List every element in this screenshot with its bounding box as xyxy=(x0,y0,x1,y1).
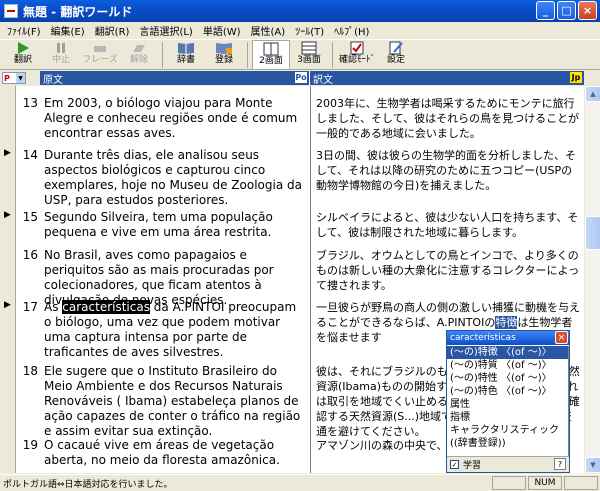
book-plus-icon xyxy=(215,41,233,55)
release-button[interactable]: 解除 xyxy=(120,40,158,70)
list-item[interactable]: 指標 xyxy=(447,411,568,424)
source-lang-badge: Po xyxy=(295,72,307,83)
source-text[interactable]: Em 2003, o biólogo viajou para Monte Ale… xyxy=(44,96,306,141)
list-item[interactable]: 属性 xyxy=(447,398,568,411)
list-item[interactable]: キャラクタリスティック xyxy=(447,424,568,437)
minimize-button[interactable]: _ xyxy=(536,1,555,20)
popup-close-button[interactable]: × xyxy=(555,331,568,344)
target-header: 訳文 Jp xyxy=(310,71,584,86)
settings-button[interactable]: 設定 xyxy=(377,40,415,70)
menu-tools[interactable]: ﾂｰﾙ(T) xyxy=(290,23,329,38)
title-bar: 無題 - 翻訳ワールド _ □ × xyxy=(0,0,600,22)
toolbar-separator xyxy=(332,42,333,68)
book-icon xyxy=(177,41,195,55)
menu-translate[interactable]: 翻訳(R) xyxy=(90,23,135,38)
source-text[interactable]: Segundo Silveira, tem uma população pequ… xyxy=(44,210,306,240)
word-alternatives-popup: características × (〜の)特徴 〈(of 〜)〉 (〜の)特質… xyxy=(446,330,570,473)
list-item[interactable]: (〜の)特徴 〈(of 〜)〉 xyxy=(447,346,568,359)
toolbar: 翻訳 中止 フレーズ 解除 辞書 登録 2画面 3画面 確認ﾓｰﾄﾞ 設定 xyxy=(0,40,600,70)
two-pane-icon xyxy=(262,42,280,56)
menu-word[interactable]: 単語(W) xyxy=(198,23,246,38)
app-icon xyxy=(4,4,18,18)
row-marker-icon: ▶ xyxy=(4,210,11,220)
source-text[interactable]: Durante três dias, ele analisou seus asp… xyxy=(44,148,306,208)
stop-button[interactable]: 中止 xyxy=(42,40,80,70)
alternatives-list[interactable]: (〜の)特徴 〈(of 〜)〉 (〜の)特質 〈(of 〜)〉 (〜の)特性 〈… xyxy=(447,346,569,458)
close-button[interactable]: × xyxy=(578,1,597,20)
list-item[interactable]: ((辞書登録)) xyxy=(447,437,568,450)
play-icon xyxy=(14,41,32,55)
release-icon xyxy=(130,41,148,55)
list-item[interactable]: (〜の)特性 〈(of 〜)〉 xyxy=(447,372,568,385)
status-bar: ポルトガル語⇔日本語対応を行いました。 NUM xyxy=(0,474,600,491)
selected-translation[interactable]: 特徴 xyxy=(495,316,518,329)
learn-label: 学習 xyxy=(463,461,482,471)
row-gutter xyxy=(0,86,16,473)
language-dropdown[interactable]: P ▼ xyxy=(2,72,26,84)
source-text[interactable]: As características da A.PINTOI preocupam… xyxy=(44,300,306,360)
source-text[interactable]: No Brasil, aves como papagaios e periqui… xyxy=(44,248,306,308)
source-text[interactable]: O cacaué vive em áreas de vegetação aber… xyxy=(44,438,306,468)
two-pane-button[interactable]: 2画面 xyxy=(252,40,290,70)
pane-divider[interactable] xyxy=(310,86,311,473)
translate-button[interactable]: 翻訳 xyxy=(4,40,42,70)
phrase-icon xyxy=(91,41,109,55)
target-text[interactable]: 2003年に、生物学者は喝采するためにモンテに旅行しました、そして、彼はそれらの… xyxy=(316,96,582,141)
column-header: P ▼ 原文 Po 訳文 Jp xyxy=(0,71,600,86)
menu-file[interactable]: ﾌｧｲﾙ(F) xyxy=(2,23,46,38)
row-marker-icon: ▶ xyxy=(4,300,11,310)
popup-footer: ✓ 学習 ? xyxy=(447,456,569,472)
settings-icon xyxy=(387,41,405,55)
maximize-button[interactable]: □ xyxy=(557,1,576,20)
selected-word[interactable]: características xyxy=(62,300,150,314)
three-pane-icon xyxy=(300,41,318,55)
window-title: 無題 - 翻訳ワールド xyxy=(23,4,133,19)
scroll-down-button[interactable]: ▼ xyxy=(585,457,600,473)
menu-language[interactable]: 言語選択(L) xyxy=(134,23,197,38)
phrase-button[interactable]: フレーズ xyxy=(80,40,120,70)
dictionary-button[interactable]: 辞書 xyxy=(167,40,205,70)
list-item[interactable]: (〜の)特質 〈(of 〜)〉 xyxy=(447,359,568,372)
menu-bar: ﾌｧｲﾙ(F) 編集(E) 翻訳(R) 言語選択(L) 単語(W) 属性(A) … xyxy=(0,22,600,40)
menu-edit[interactable]: 編集(E) xyxy=(46,23,90,38)
status-pane xyxy=(564,476,598,490)
learn-checkbox[interactable]: ✓ xyxy=(450,460,459,469)
help-icon[interactable]: ? xyxy=(554,458,566,470)
num-lock-indicator: NUM xyxy=(528,476,562,490)
confirm-mode-button[interactable]: 確認ﾓｰﾄﾞ xyxy=(337,40,377,70)
menu-help[interactable]: ﾍﾙﾌﾟ(H) xyxy=(329,23,374,38)
checkbox-icon xyxy=(348,41,366,55)
source-header: 原文 Po xyxy=(40,71,310,86)
toolbar-separator xyxy=(162,42,163,68)
register-button[interactable]: 登録 xyxy=(205,40,243,70)
scroll-up-button[interactable]: ▲ xyxy=(585,86,600,102)
target-text[interactable]: 3日の間、彼は彼らの生物学的面を分析しました、そして、それは以降の研究のために五… xyxy=(316,148,582,193)
source-text[interactable]: Ele sugere que o Instituto Brasileiro do… xyxy=(44,364,306,439)
toolbar-separator xyxy=(247,42,248,68)
target-text[interactable]: ブラジル、オウムとしての鳥とインコで、より多くのものは新しい種の大衆化に注意する… xyxy=(316,248,582,293)
target-lang-badge: Jp xyxy=(570,72,582,83)
row-marker-icon: ▶ xyxy=(4,148,11,158)
scroll-thumb[interactable] xyxy=(585,216,600,250)
pause-icon xyxy=(52,41,70,55)
menu-attribute[interactable]: 属性(A) xyxy=(246,23,291,38)
target-text[interactable]: シルベイラによると、彼は少ない人口を持ちます、そして、彼は制限された地域に暮らし… xyxy=(316,210,582,240)
chevron-down-icon: ▼ xyxy=(16,73,25,83)
vertical-scrollbar[interactable]: ▲ ▼ xyxy=(584,86,600,473)
three-pane-button[interactable]: 3画面 xyxy=(290,40,328,70)
list-item[interactable]: (〜の)特色 〈(of 〜)〉 xyxy=(447,385,568,398)
status-text: ポルトガル語⇔日本語対応を行いました。 xyxy=(3,479,173,490)
popup-title: características × xyxy=(447,331,569,345)
status-pane xyxy=(492,476,526,490)
